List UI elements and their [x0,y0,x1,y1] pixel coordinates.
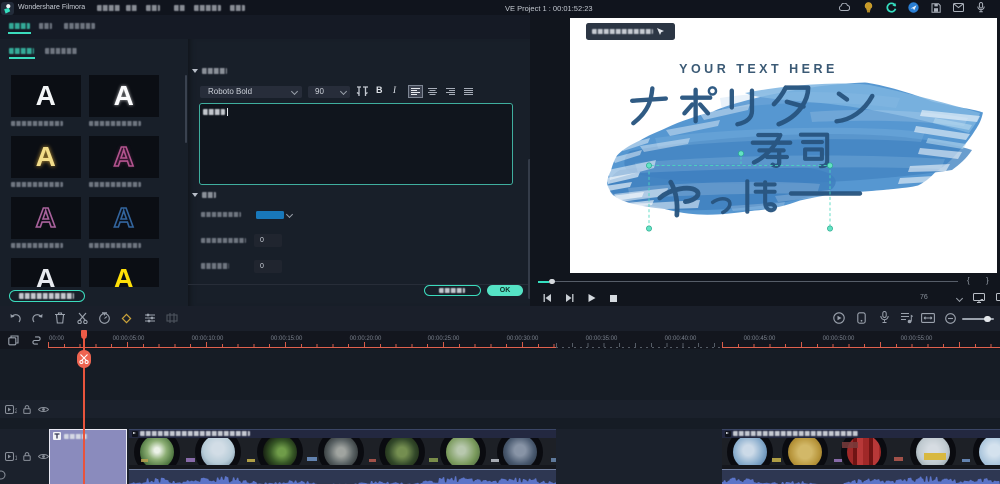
svg-text:2: 2 [15,409,18,414]
svg-text:1: 1 [15,456,18,461]
